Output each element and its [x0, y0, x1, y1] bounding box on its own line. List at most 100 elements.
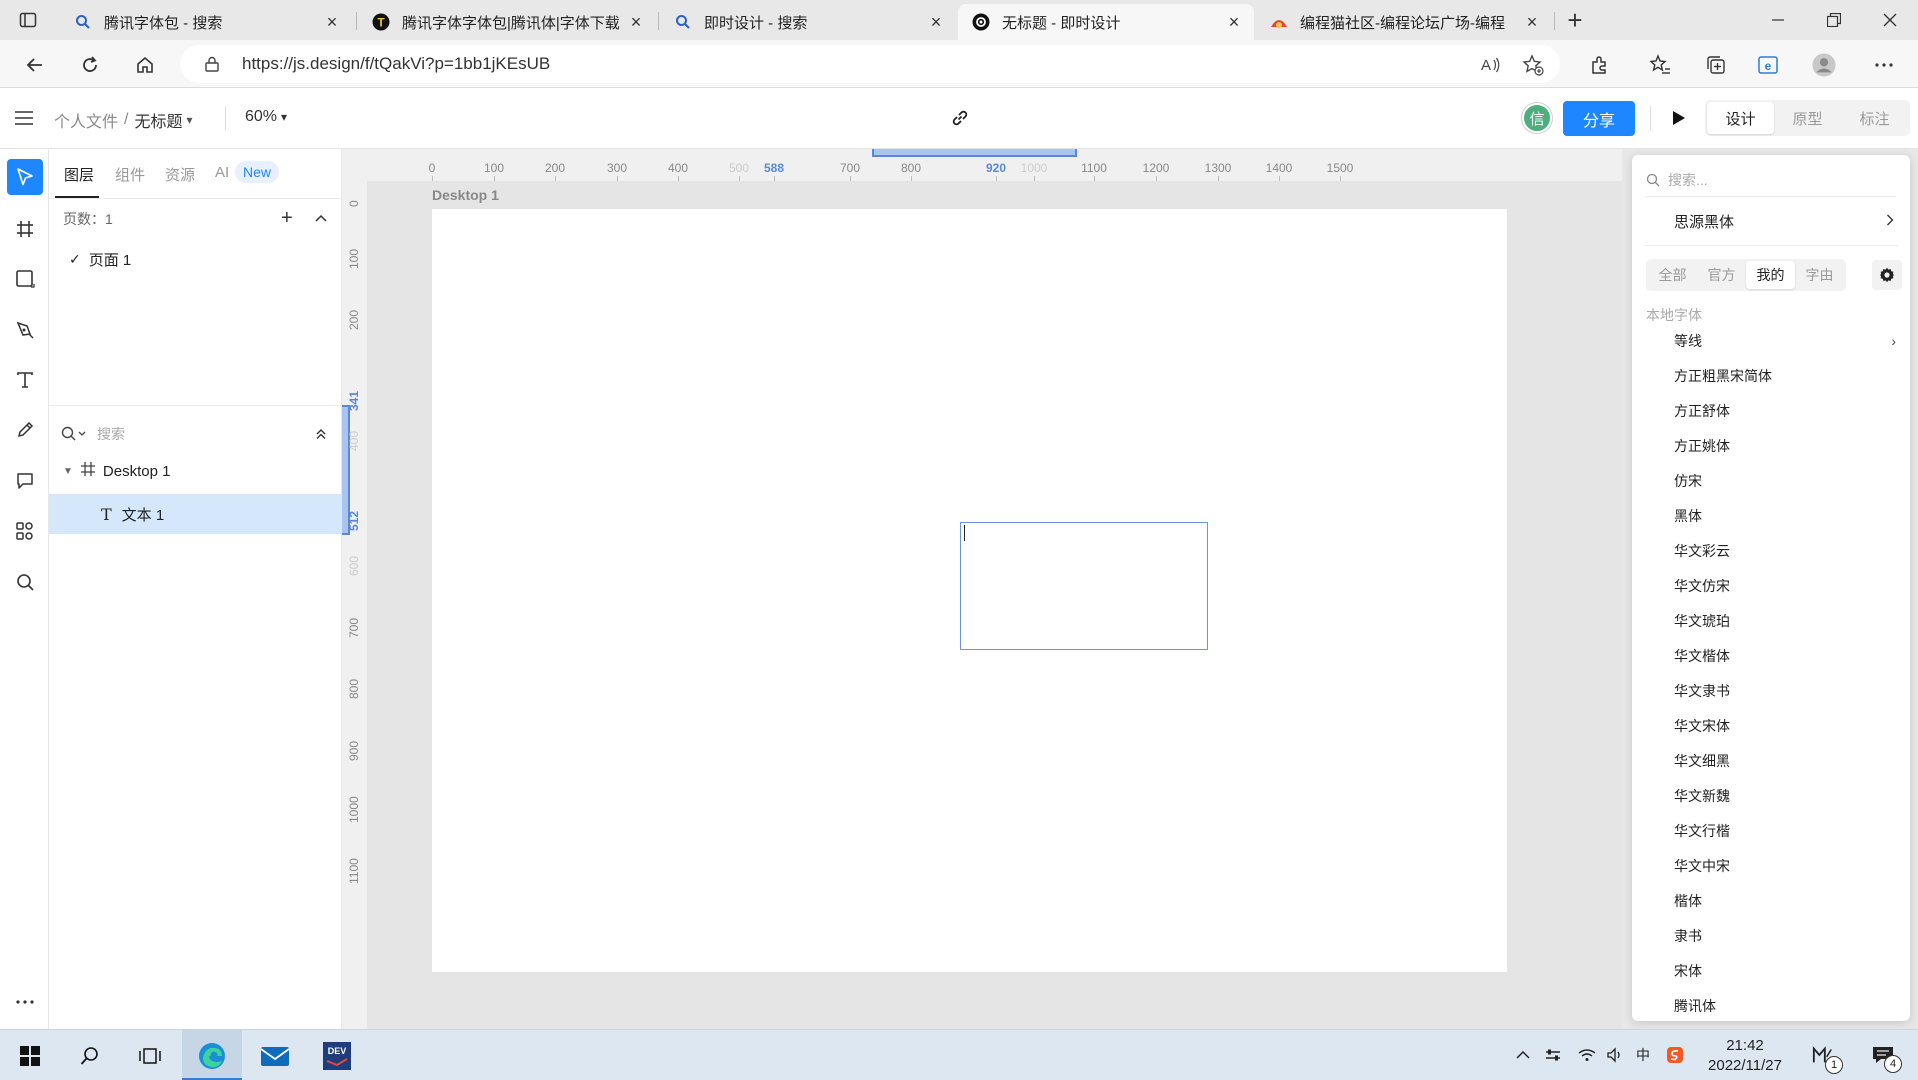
font-tab-ziyou[interactable]: 字由 — [1795, 261, 1844, 289]
task-view-icon[interactable] — [120, 1030, 180, 1080]
font-search-input[interactable]: 搜索... — [1646, 163, 1896, 197]
text-tool-icon[interactable] — [7, 362, 43, 398]
font-list-item[interactable]: 华文宋体 — [1632, 708, 1910, 743]
mode-annotate-tab[interactable]: 标注 — [1841, 102, 1908, 134]
wifi-icon[interactable] — [1576, 1044, 1598, 1066]
font-list-item[interactable]: 方正姚体 — [1632, 428, 1910, 463]
restore-button[interactable] — [1814, 6, 1854, 34]
share-button[interactable]: 分享 — [1563, 101, 1635, 136]
more-menu-icon[interactable] — [1872, 53, 1896, 77]
file-name[interactable]: 无标题 — [134, 108, 182, 132]
url-field[interactable]: https://js.design/f/tQakVi?p=1bb1jKEsUB … — [180, 45, 1560, 83]
font-list-item[interactable]: 华文新魏 — [1632, 778, 1910, 813]
close-window-button[interactable] — [1870, 6, 1910, 34]
minimize-button[interactable] — [1758, 6, 1798, 34]
zoom-dropdown[interactable]: 60% ▾ — [245, 108, 287, 126]
ie-mode-icon[interactable]: e — [1756, 53, 1780, 77]
font-list-item[interactable]: 等线 › — [1632, 323, 1910, 358]
font-list-item[interactable]: 华文细黑 — [1632, 743, 1910, 778]
font-list-item[interactable]: 华文仿宋 — [1632, 568, 1910, 603]
layer-item-text-selected[interactable]: T 文本 1 — [49, 494, 341, 534]
font-list-item[interactable]: 华文彩云 — [1632, 533, 1910, 568]
browser-tab-3[interactable]: 即时设计 - 搜索 × — [660, 4, 956, 40]
current-font-row[interactable]: 思源黑体 — [1674, 209, 1894, 233]
windows-start-icon[interactable] — [0, 1030, 60, 1080]
page-item[interactable]: ✓ 页面 1 — [69, 249, 131, 270]
rectangle-tool-icon[interactable] — [7, 261, 43, 297]
close-icon[interactable]: × — [626, 12, 646, 32]
font-list-item[interactable]: 华文中宋 — [1632, 848, 1910, 883]
show-hidden-icons[interactable] — [1512, 1044, 1534, 1066]
collapse-all-icon[interactable] — [313, 426, 329, 442]
move-tool-cursor-icon[interactable] — [7, 159, 43, 195]
chevron-down-icon[interactable]: ▾ — [186, 113, 192, 127]
favorites-icon[interactable] — [1648, 53, 1672, 77]
tab-layers[interactable]: 图层 — [64, 164, 94, 185]
browser-tab-1[interactable]: 腾讯字体包 - 搜索 × — [60, 4, 352, 40]
edge-browser-icon[interactable] — [182, 1030, 242, 1080]
browser-tab-5[interactable]: 编程猫社区-编程论坛广场-编程 × — [1256, 4, 1552, 40]
profile-avatar-icon[interactable] — [1812, 53, 1836, 77]
font-list-item[interactable]: 方正粗黑宋简体 — [1632, 358, 1910, 393]
taskbar-search-icon[interactable] — [60, 1030, 120, 1080]
font-tab-official[interactable]: 官方 — [1697, 261, 1746, 289]
canvas[interactable]: 0 100 200 300 400 500 588 700 800 920 1000 1100 1200… — [342, 149, 1622, 1029]
font-list-item[interactable]: 华文隶书 — [1632, 673, 1910, 708]
home-button[interactable] — [130, 50, 160, 80]
network-settings-icon[interactable] — [1542, 1044, 1564, 1066]
add-page-button[interactable]: + — [281, 208, 293, 228]
text-box-selected[interactable] — [960, 522, 1208, 650]
close-icon[interactable]: × — [1224, 12, 1244, 32]
mode-prototype-tab[interactable]: 原型 — [1774, 102, 1841, 134]
pen-tool-icon[interactable] — [7, 312, 43, 348]
font-list-item[interactable]: 黑体 — [1632, 498, 1910, 533]
layer-search[interactable]: 搜索 — [61, 419, 331, 449]
frame-label[interactable]: Desktop 1 — [432, 187, 499, 203]
mode-design-tab[interactable]: 设计 — [1707, 102, 1774, 134]
desktop-frame[interactable] — [432, 209, 1507, 972]
font-list-item[interactable]: 方正舒体 — [1632, 393, 1910, 428]
refresh-button[interactable] — [75, 50, 105, 80]
avatar[interactable]: 信 — [1522, 103, 1552, 133]
play-icon[interactable] — [1666, 105, 1692, 131]
font-list-item[interactable]: 华文行楷 — [1632, 813, 1910, 848]
browser-tab-4-active[interactable]: 无标题 - 即时设计 × — [958, 4, 1254, 40]
app-tray-icon[interactable] — [1664, 1044, 1686, 1066]
new-tab-button[interactable]: + — [1560, 5, 1590, 35]
volume-icon[interactable] — [1604, 1044, 1626, 1066]
browser-tab-2[interactable]: T 腾讯字体字体包|腾讯体|字体下载 × — [358, 4, 656, 40]
collections-icon[interactable] — [1704, 53, 1728, 77]
gear-icon[interactable] — [1872, 260, 1902, 290]
comment-tool-icon[interactable] — [7, 463, 43, 499]
read-aloud-icon[interactable]: A — [1480, 54, 1502, 76]
font-list-item[interactable]: 华文琥珀 — [1632, 603, 1910, 638]
close-icon[interactable]: × — [322, 12, 342, 32]
font-list-item[interactable]: 仿宋 — [1632, 463, 1910, 498]
caret-down-icon[interactable]: ▼ — [63, 466, 73, 477]
input-method-icon[interactable]: 中 — [1632, 1044, 1654, 1066]
tab-actions-icon[interactable] — [16, 8, 40, 32]
dev-tool-icon[interactable]: DEV — [307, 1030, 367, 1080]
pencil-tool-icon[interactable] — [7, 412, 43, 448]
breadcrumb-parent[interactable]: 个人文件 — [54, 108, 118, 132]
frame-tool-icon[interactable] — [7, 211, 43, 247]
font-list-item[interactable]: 楷体 — [1632, 883, 1910, 918]
font-list-item[interactable]: 宋体 — [1632, 953, 1910, 988]
close-icon[interactable]: × — [926, 12, 946, 32]
back-button[interactable] — [20, 50, 50, 80]
tab-components[interactable]: 组件 — [115, 164, 145, 185]
font-list-item[interactable]: 隶书 — [1632, 918, 1910, 953]
copy-link-icon[interactable] — [948, 106, 972, 130]
font-tab-mine[interactable]: 我的 — [1746, 261, 1795, 289]
close-icon[interactable]: × — [1522, 12, 1542, 32]
more-tools-icon[interactable] — [7, 984, 43, 1020]
tab-assets[interactable]: 资源 — [165, 164, 195, 185]
tab-ai[interactable]: AI — [215, 164, 229, 181]
extensions-icon[interactable] — [1588, 53, 1612, 77]
mail-app-icon[interactable] — [245, 1030, 305, 1080]
clock[interactable]: 21:42 2022/11/27 — [1700, 1036, 1790, 1076]
plugins-icon[interactable] — [7, 513, 43, 549]
favorite-add-icon[interactable] — [1522, 54, 1544, 76]
font-list-item[interactable]: 腾讯体 — [1632, 988, 1910, 1021]
font-list-item[interactable]: 华文楷体 — [1632, 638, 1910, 673]
